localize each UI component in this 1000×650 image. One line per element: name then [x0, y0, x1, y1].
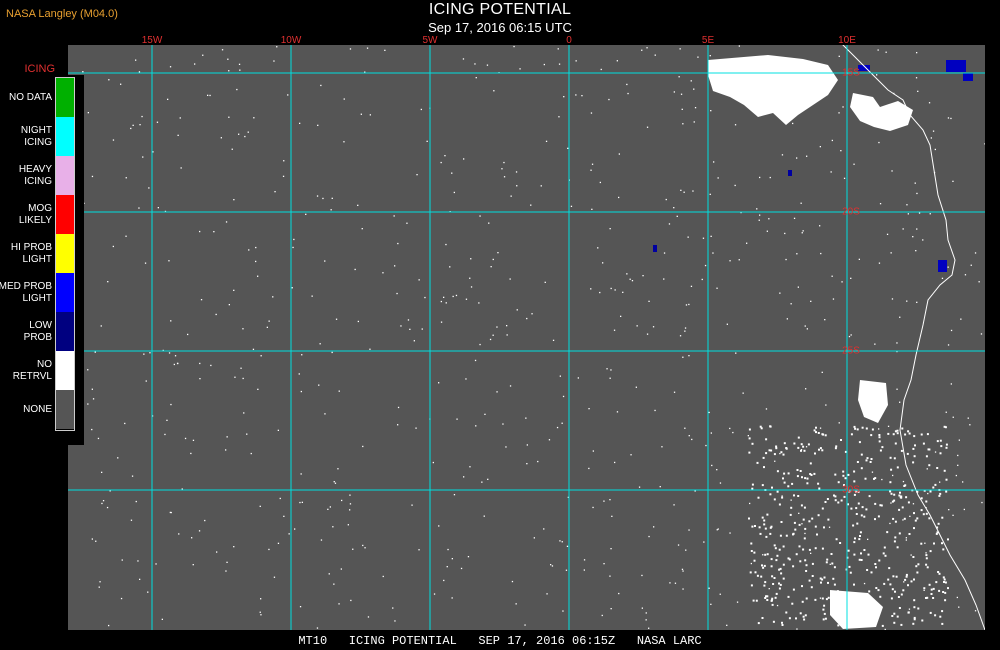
lat-label: 15S [842, 67, 860, 79]
lat-label: 30S [842, 484, 860, 496]
lon-label: 5W [422, 35, 438, 46]
legend-item-label: NIGHT ICING [20, 124, 52, 148]
footer-caption: MT10 ICING POTENTIAL SEP 17, 2016 06:15Z… [298, 634, 702, 648]
legend-swatch-border [55, 77, 75, 431]
legend-item-label: NO DATA [9, 91, 52, 103]
lon-label: 0 [566, 35, 572, 46]
lon-label: 5E [701, 35, 715, 46]
lon-label: 15W [141, 35, 163, 46]
legend-item-label: NO RETRVL [12, 358, 52, 382]
lon-label: 10E [838, 35, 856, 46]
lat-label: 20S [842, 206, 860, 218]
legend-item-label: HI PROB LIGHT [10, 241, 52, 265]
grid-labels: 15W 10W 5W 0 5E 10E 15S 20S 25S 30S [0, 0, 1000, 650]
legend-item-label: NONE [23, 403, 52, 415]
legend: NO DATA NIGHT ICING HEAVY ICING MOG LIKELY HI P… [0, 75, 84, 445]
legend-item-label: MOG LIKELY [18, 202, 52, 226]
legend-item-label: LOW PROB [23, 319, 52, 343]
legend-title: ICING [24, 63, 55, 75]
legend-item-label: MED PROB LIGHT [0, 280, 52, 304]
lat-label: 25S [842, 345, 860, 357]
lon-label: 10W [280, 35, 302, 46]
legend-item-label: HEAVY ICING [18, 163, 52, 187]
